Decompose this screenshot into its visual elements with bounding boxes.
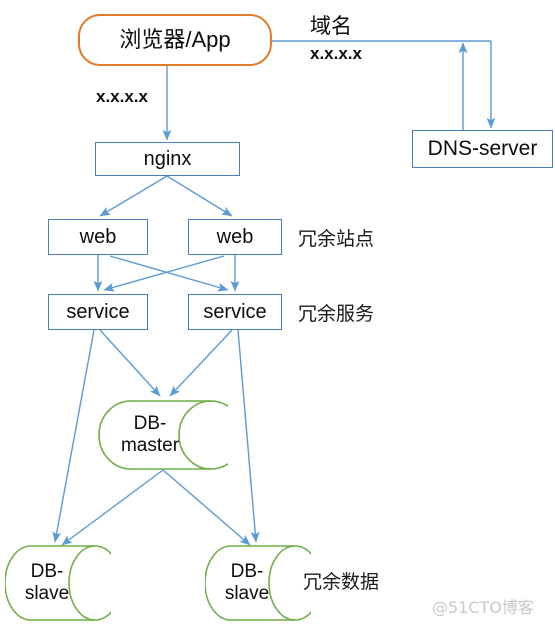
node-service-right[interactable]: service [188,294,282,330]
side-label-redundant-data: 冗余数据 [303,571,380,593]
edge-service-right-to-db-master [169,329,233,397]
architecture-diagram-canvas: 浏览器/App DNS-server nginx web web service… [0,0,555,627]
node-browser-label: 浏览器/App [119,26,231,52]
node-db-master-label: DB- master [120,413,180,456]
node-dns-server[interactable]: DNS-server [412,130,553,168]
node-dns-server-label: DNS-server [427,137,538,161]
node-web-right-label: web [216,225,254,248]
node-nginx-label: nginx [143,147,192,170]
edge-service-right-to-slave-right [237,329,260,543]
edge-service-left-to-slave-left [52,329,95,543]
edge-web-left-to-service-right [109,255,229,292]
edge-nginx-to-web-left [99,175,168,217]
edge-label-nginx-ip: x.x.x.x [96,87,148,106]
node-browser[interactable]: 浏览器/App [78,14,272,66]
side-label-redundant-services: 冗余服务 [298,303,375,325]
node-web-right[interactable]: web [188,219,282,255]
node-db-slave-right-label: DB- slave [224,561,270,604]
watermark: @51CTO博客 [432,598,534,617]
node-db-slave-left[interactable]: DB- slave [5,545,111,621]
edge-nginx-to-web-right [166,175,233,217]
node-service-right-label: service [203,300,267,323]
edge-web-right-to-service-left [103,255,225,292]
edge-label-domain-ip: x.x.x.x [310,44,362,63]
edge-db-master-to-slave-right [162,469,251,546]
node-db-master[interactable]: DB- master [98,400,228,470]
side-label-redundant-sites: 冗余站点 [298,228,375,250]
edge-db-master-to-slave-left [61,469,164,546]
node-web-left-label: web [79,225,117,248]
node-service-left-label: service [66,300,130,323]
edge-service-left-to-db-master [99,329,161,397]
node-service-left[interactable]: service [48,294,148,330]
node-db-slave-left-label: DB- slave [24,561,70,604]
node-nginx[interactable]: nginx [95,142,240,176]
node-web-left[interactable]: web [48,219,148,255]
node-db-slave-right[interactable]: DB- slave [205,545,311,621]
edge-label-domain-name: 域名 [310,14,352,38]
